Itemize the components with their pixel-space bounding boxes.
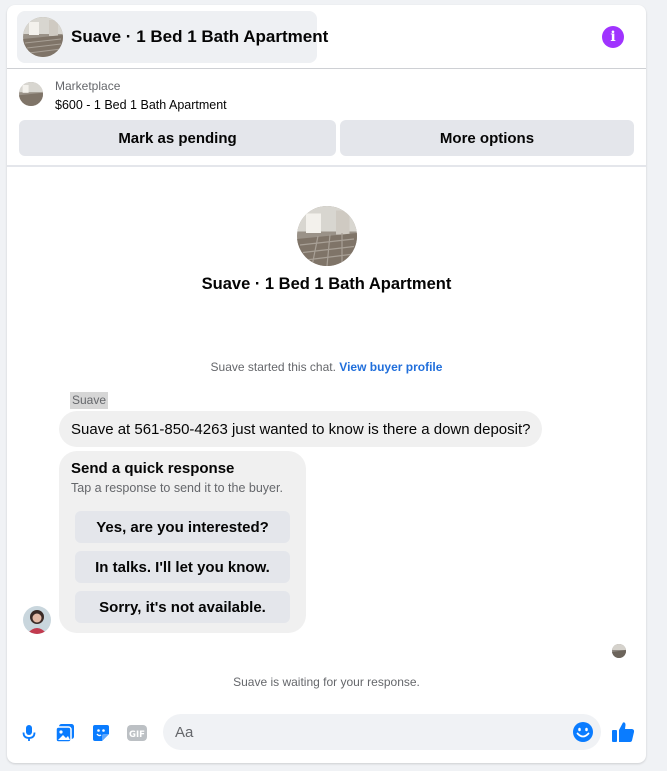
sender-name: Suave	[70, 392, 109, 409]
chat-header: Suave · 1 Bed 1 Bath Apartment i	[7, 5, 646, 69]
more-options-button[interactable]: More options	[340, 120, 634, 156]
info-icon[interactable]: i	[602, 26, 624, 48]
waiting-status: Suave is waiting for your response.	[233, 675, 420, 689]
buyer-avatar[interactable]	[23, 606, 51, 634]
quick-response-yes-button[interactable]: Yes, are you interested?	[75, 511, 290, 543]
quick-response-subtitle: Tap a response to send it to the buyer.	[71, 481, 283, 495]
quick-response-in-talks-button[interactable]: In talks. I'll let you know.	[75, 551, 290, 583]
conversation-avatar	[297, 206, 357, 266]
like-thumbs-up-icon[interactable]	[610, 719, 636, 745]
quick-response-not-available-button[interactable]: Sorry, it's not available.	[75, 591, 290, 623]
conversation-title: Suave · 1 Bed 1 Bath Apartment	[71, 27, 329, 46]
listing-price-title[interactable]: $600 - 1 Bed 1 Bath Apartment	[55, 98, 227, 112]
mark-as-pending-button[interactable]: Mark as pending	[19, 120, 336, 156]
sticker-icon[interactable]	[89, 721, 113, 745]
view-buyer-profile-link[interactable]: View buyer profile	[339, 360, 442, 374]
marketplace-label: Marketplace	[55, 79, 121, 93]
conversation-title-button[interactable]: Suave · 1 Bed 1 Bath Apartment	[17, 11, 328, 63]
listing-avatar	[23, 17, 63, 57]
marketplace-bar: Marketplace $600 - 1 Bed 1 Bath Apartmen…	[7, 70, 646, 167]
quick-response-card: Send a quick response Tap a response to …	[59, 451, 306, 633]
message-input[interactable]	[175, 714, 555, 750]
emoji-icon[interactable]	[572, 721, 594, 743]
photo-icon[interactable]	[53, 721, 77, 745]
message-composer	[163, 714, 601, 750]
conversation-name: Suave · 1 Bed 1 Bath Apartment	[201, 275, 452, 293]
message-bubble[interactable]: Suave at 561-850-4263 just wanted to kno…	[59, 411, 543, 447]
chat-started-text: Suave started this chat.	[210, 360, 336, 374]
chat-started-notice: Suave started this chat. View buyer prof…	[7, 360, 646, 374]
quick-response-title: Send a quick response	[71, 460, 235, 477]
gif-icon[interactable]: GIF	[125, 721, 149, 745]
chat-window: Suave · 1 Bed 1 Bath Apartment i Marketp…	[7, 5, 646, 763]
seen-indicator-avatar	[612, 644, 626, 658]
microphone-icon[interactable]	[17, 721, 41, 745]
svg-text:GIF: GIF	[129, 730, 145, 740]
listing-thumbnail[interactable]	[19, 82, 43, 106]
